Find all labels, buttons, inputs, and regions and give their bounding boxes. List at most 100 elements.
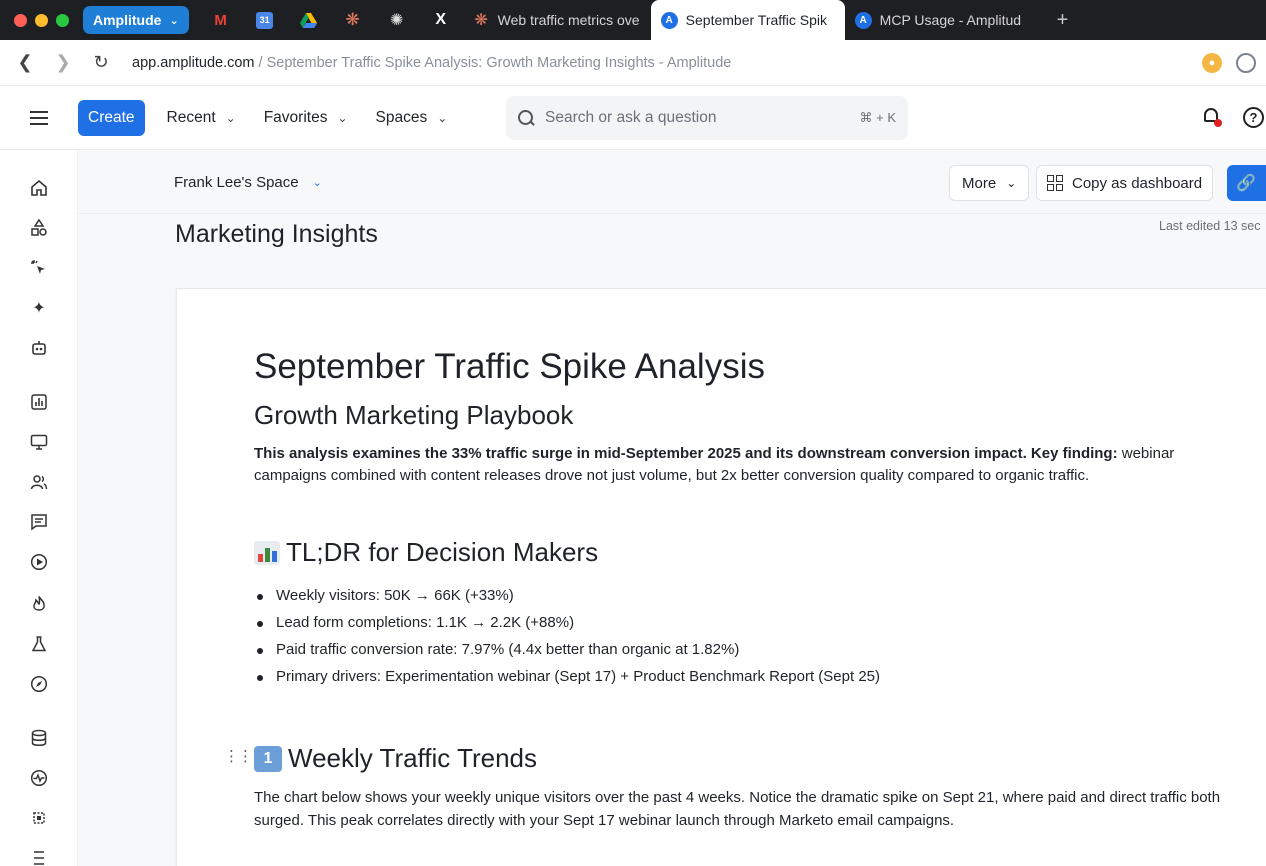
chevron-down-icon: ⌄ [1006, 176, 1017, 190]
monitor-icon[interactable] [29, 432, 49, 452]
intro-bold-text: This analysis examines the 33% traffic s… [254, 445, 1118, 462]
gmail-icon: M [214, 11, 227, 29]
recent-label: Recent [166, 108, 216, 126]
claude-icon: ❋ [474, 12, 488, 29]
close-window-button[interactable] [14, 13, 27, 27]
window-controls [14, 13, 69, 27]
search-box[interactable]: ⌘ + K [506, 96, 908, 140]
drive-icon [300, 12, 318, 29]
drag-handle-icon[interactable]: ⋮⋮ [224, 747, 253, 765]
bar-chart-emoji-icon [254, 540, 280, 565]
browser-tab-strip: Amplitude ⌄ M 31 ❋ ✺ X ❋ Web traffic met… [0, 0, 1266, 40]
tldr-list: Weekly visitors: 50K → 66K (+33%) Lead f… [256, 585, 880, 693]
chevron-down-icon: ⌄ [169, 14, 179, 27]
document-subtitle: Growth Marketing Playbook [254, 400, 574, 430]
list-item: Lead form completions: 1.1K → 2.2K (+88%… [256, 612, 880, 639]
spaces-menu[interactable]: Spaces ⌄ [362, 109, 462, 127]
hamburger-menu-icon[interactable] [0, 107, 78, 129]
copy-link-button[interactable]: 🔗 [1227, 165, 1266, 201]
shapes-icon[interactable] [29, 218, 49, 238]
flask-icon[interactable] [29, 634, 49, 654]
address-bar: ❮ ❯ ↻ app.amplitude.com / September Traf… [0, 40, 1266, 86]
recent-menu[interactable]: Recent ⌄ [153, 109, 250, 127]
list-item: Paid traffic conversion rate: 7.97% (4.4… [256, 639, 880, 666]
amplitude-icon: A [854, 11, 872, 29]
tab-group-label: Amplitude [93, 12, 162, 28]
new-tab-button[interactable]: + [1041, 9, 1085, 32]
search-shortcut: ⌘ + K [859, 110, 897, 125]
notifications-bell-icon[interactable] [1202, 108, 1222, 128]
extension-icon[interactable]: ● [1202, 53, 1222, 73]
more-label: More [962, 174, 997, 192]
spaces-label: Spaces [375, 108, 428, 126]
list-item: Weekly visitors: 50K → 66K (+33%) [256, 585, 880, 612]
calendar-icon: 31 [256, 11, 274, 29]
database-icon[interactable] [29, 728, 49, 748]
forward-button[interactable]: ❯ [44, 40, 82, 86]
chevron-down-icon: ⌄ [225, 110, 236, 125]
favorites-menu[interactable]: Favorites ⌄ [250, 109, 362, 127]
link-icon: 🔗 [1236, 175, 1256, 192]
activity-icon[interactable] [29, 768, 49, 788]
search-input[interactable] [545, 109, 845, 127]
flame-icon[interactable] [29, 594, 49, 614]
intro-paragraph: This analysis examines the 33% traffic s… [254, 443, 1234, 487]
help-icon[interactable]: ? [1243, 107, 1264, 128]
section-1-heading-text: Weekly Traffic Trends [288, 743, 538, 773]
play-circle-icon[interactable] [29, 552, 49, 572]
list-item: Primary drivers: Experimentation webinar… [256, 666, 880, 693]
message-icon[interactable] [29, 512, 49, 532]
url-field[interactable]: app.amplitude.com / September Traffic Sp… [132, 55, 731, 71]
chip-icon[interactable] [29, 808, 49, 828]
left-sidebar: ✦ [0, 150, 78, 866]
profile-icon[interactable] [1236, 53, 1256, 73]
section-1-heading: 1 Weekly Traffic Trends [254, 743, 537, 774]
pinned-tab-calendar[interactable]: 31 [243, 0, 287, 40]
document-title: September Traffic Spike Analysis [254, 347, 765, 386]
favorites-label: Favorites [263, 108, 328, 126]
tldr-heading: TL;DR for Decision Makers [254, 537, 598, 568]
cursor-click-icon[interactable] [29, 258, 49, 278]
x-icon: X [435, 11, 446, 28]
tab-group-amplitude[interactable]: Amplitude ⌄ [83, 6, 189, 34]
space-header: Frank Lee's Space ⌄ More ⌄ Copy as dashb… [78, 150, 1266, 214]
pinned-tab-chatgpt[interactable]: ✺ [375, 0, 419, 40]
pinned-tab-drive[interactable] [287, 0, 331, 40]
sparkle-icon[interactable]: ✦ [29, 298, 49, 318]
section-1-paragraph: The chart below shows your weekly unique… [254, 789, 1221, 829]
chatgpt-icon: ✺ [389, 12, 404, 29]
copy-as-dashboard-button[interactable]: Copy as dashboard [1036, 165, 1214, 201]
tab-mcp-usage[interactable]: A MCP Usage - Amplitud [845, 0, 1041, 40]
bar-chart-icon[interactable] [29, 392, 49, 412]
search-icon [518, 109, 535, 127]
users-icon[interactable] [29, 472, 49, 492]
tab-september-traffic[interactable]: A September Traffic Spik [650, 0, 845, 40]
integrations-icon[interactable] [29, 848, 49, 866]
claude-icon: ❋ [345, 10, 360, 29]
chevron-down-icon: ⌄ [437, 110, 448, 125]
tldr-heading-text: TL;DR for Decision Makers [286, 537, 599, 567]
copy-label: Copy as dashboard [1072, 174, 1203, 192]
home-icon[interactable] [29, 178, 49, 198]
notebook-title[interactable]: Marketing Insights [175, 220, 378, 249]
chevron-down-icon: ⌄ [312, 177, 322, 189]
last-edited-status: Last edited 13 sec [1159, 219, 1261, 233]
more-button[interactable]: More ⌄ [949, 165, 1030, 201]
maximize-window-button[interactable] [56, 13, 69, 27]
minimize-window-button[interactable] [35, 13, 48, 27]
pinned-tab-gmail[interactable]: M [199, 0, 243, 40]
robot-icon[interactable] [29, 338, 49, 358]
space-selector[interactable]: Frank Lee's Space ⌄ [174, 174, 322, 191]
app-top-nav: Create Recent ⌄ Favorites ⌄ Spaces ⌄ ⌘ +… [0, 86, 1266, 150]
dashboard-grid-icon [1047, 175, 1063, 191]
tab-label: MCP Usage - Amplitud [879, 12, 1022, 28]
pinned-tab-claude[interactable]: ❋ [331, 0, 375, 40]
tab-label: Web traffic metrics ove [497, 12, 640, 28]
create-button[interactable]: Create [78, 99, 145, 136]
tab-web-traffic[interactable]: ❋ Web traffic metrics ove [463, 0, 651, 40]
back-button[interactable]: ❮ [6, 40, 44, 86]
compass-icon[interactable] [29, 674, 49, 694]
url-host: app.amplitude.com [132, 54, 255, 71]
pinned-tab-x[interactable]: X [419, 0, 463, 40]
reload-button[interactable]: ↻ [82, 40, 120, 86]
